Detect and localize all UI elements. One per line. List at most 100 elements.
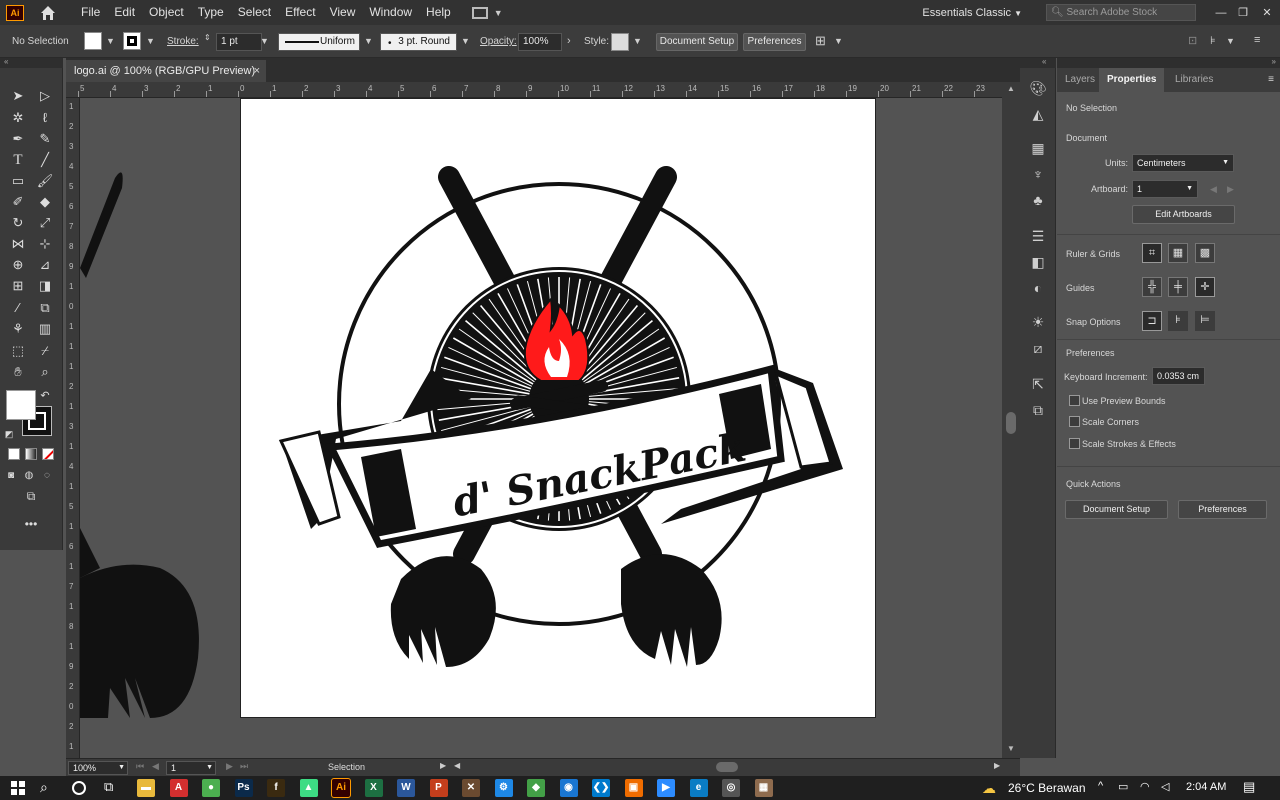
symbols-panel-icon[interactable]: ♣ [1028, 190, 1048, 210]
align-icon[interactable]: ⊧ [1210, 34, 1216, 47]
notifications-icon[interactable]: ▤ [1243, 779, 1255, 795]
artboards-panel-icon[interactable]: ⧉ [1028, 400, 1048, 420]
gradient-panel-icon[interactable]: ◧ [1028, 252, 1048, 272]
gradient-tool-icon[interactable]: ◨ [34, 276, 56, 296]
taskbar-excel-icon[interactable]: X [364, 779, 383, 797]
appearance-panel-icon[interactable]: ☀ [1028, 312, 1048, 332]
mesh-tool-icon[interactable]: ⊞ [7, 276, 29, 296]
pen-tool-icon[interactable]: ✒ [7, 129, 29, 149]
brush-dropdown[interactable]: • 3 pt. Round [380, 33, 457, 51]
minimize-icon[interactable]: — [1210, 7, 1232, 19]
chevron-down-icon[interactable]: ▼ [633, 36, 642, 46]
weather-text[interactable]: 26°C Berawan [1008, 781, 1086, 795]
taskbar-app-green-icon[interactable]: ◆ [527, 779, 545, 797]
rotate-tool-icon[interactable]: ↻ [7, 213, 29, 233]
taskbar-word-icon[interactable]: W [397, 779, 415, 797]
menu-view[interactable]: View [323, 0, 363, 25]
eyedropper-tool-icon[interactable]: ⁄ [7, 298, 29, 318]
fill-swatch[interactable] [84, 32, 102, 50]
scale-tool-icon[interactable]: ⤢ [34, 213, 56, 233]
lock-guides-icon[interactable]: ╪ [1168, 277, 1188, 297]
collapse-icon[interactable]: » [1272, 57, 1276, 66]
stroke-profile-dropdown[interactable]: Uniform [278, 33, 360, 51]
column-graph-tool-icon[interactable]: ▥ [34, 319, 56, 339]
collapse-icon[interactable]: « [1042, 57, 1046, 66]
tab-properties[interactable]: Properties [1099, 68, 1165, 92]
tab-libraries[interactable]: Libraries [1167, 68, 1221, 92]
paintbrush-tool-icon[interactable]: 🖌︎ [34, 171, 56, 191]
swap-colors-icon[interactable]: ↶ [38, 386, 52, 406]
snap-to-point-icon[interactable]: ⊐ [1142, 311, 1162, 331]
status-menu-icon[interactable]: ▶ [440, 761, 446, 770]
edit-artboards-button[interactable]: Edit Artboards [1132, 205, 1235, 224]
transparency-grid-icon[interactable]: ▩ [1195, 243, 1215, 263]
taskbar-file-explorer-icon[interactable]: ▬ [137, 779, 155, 797]
menu-select[interactable]: Select [231, 0, 278, 25]
draw-behind-icon[interactable]: ◍ [20, 466, 38, 486]
volume-icon[interactable]: ◁ [1161, 780, 1169, 793]
line-tool-icon[interactable]: ╱ [34, 150, 56, 170]
shaper-tool-icon[interactable]: ✐ [7, 192, 29, 212]
blend-tool-icon[interactable]: ⧉ [34, 298, 56, 318]
gradient-mode-icon[interactable] [25, 448, 37, 460]
slice-tool-icon[interactable]: ⌿ [34, 341, 56, 361]
search-icon[interactable]: ⌕ [40, 779, 48, 796]
clock[interactable]: 2:04 AM [1186, 781, 1226, 793]
next-artboard-icon[interactable]: ▶ [1227, 184, 1234, 195]
taskbar-app-photo-icon[interactable]: ▦ [754, 779, 773, 797]
smart-guides-icon[interactable]: ✛ [1195, 277, 1215, 297]
chevron-up-icon[interactable]: ^ [1098, 780, 1103, 792]
screen-mode-icon[interactable]: ⧉ [20, 486, 42, 506]
artboard-tool-icon[interactable]: ⬚ [7, 341, 29, 361]
free-transform-tool-icon[interactable]: ⊹ [34, 234, 56, 254]
stock-search-input[interactable]: 🔍︎ Search Adobe Stock [1046, 4, 1196, 21]
scroll-down-icon[interactable]: ▼ [1007, 744, 1015, 753]
symbol-sprayer-tool-icon[interactable]: ⚘ [7, 319, 29, 339]
guides-icon[interactable]: ╬ [1142, 277, 1162, 297]
draw-normal-icon[interactable]: ◙ [2, 466, 20, 486]
type-tool-icon[interactable]: T [7, 150, 29, 170]
arrange-documents-icon[interactable]: ⊞ [815, 33, 826, 49]
taskbar-zoom-icon[interactable]: ▶ [657, 779, 675, 797]
draw-inside-icon[interactable]: ◌ [38, 466, 56, 486]
transform-icon[interactable]: ⊡ [1188, 34, 1197, 47]
stroke-weight-input[interactable]: 1 pt [216, 33, 262, 51]
taskbar-acrobat-icon[interactable]: A [169, 779, 188, 797]
taskbar-vscode-icon[interactable]: ❮❯ [592, 779, 610, 797]
menu-file[interactable]: File [74, 0, 107, 25]
horizontal-scroll-thumb[interactable] [716, 762, 738, 772]
taskbar-chrome-icon[interactable]: ● [202, 779, 220, 797]
taskbar-app-orange-icon[interactable]: ▣ [624, 779, 643, 797]
chevron-down-icon[interactable]: ▼ [106, 36, 115, 46]
workspace-switcher-icon[interactable] [471, 6, 488, 19]
direct-selection-tool-icon[interactable]: ▷ [34, 86, 56, 106]
battery-icon[interactable]: ▭ [1118, 780, 1128, 793]
eraser-tool-icon[interactable]: ◆ [34, 192, 56, 212]
windows-start-icon[interactable] [11, 781, 25, 795]
width-tool-icon[interactable]: ⋈ [7, 234, 29, 254]
taskbar-edge-icon[interactable]: e [689, 779, 708, 797]
scroll-thumb[interactable] [1006, 412, 1016, 434]
magic-wand-tool-icon[interactable]: ✲ [7, 108, 29, 128]
swatches-panel-icon[interactable]: ▦ [1028, 138, 1048, 158]
artboard-dropdown[interactable]: 1 ▼ [1132, 180, 1198, 198]
shape-builder-tool-icon[interactable]: ⊕ [7, 255, 29, 275]
wifi-icon[interactable]: ◠ [1140, 780, 1150, 793]
fill-color-swatch[interactable] [6, 390, 36, 420]
preferences-button[interactable]: Preferences [743, 33, 806, 51]
close-tab-icon[interactable]: × [254, 60, 260, 82]
restore-icon[interactable]: ❐ [1232, 6, 1254, 19]
color-panel-icon[interactable]: 🎨︎ [1028, 78, 1048, 98]
lasso-tool-icon[interactable]: ℓ [34, 108, 56, 128]
collapse-icon[interactable]: « [4, 57, 8, 66]
taskbar-android-studio-icon[interactable]: ▲ [299, 779, 318, 797]
taskbar-powerpoint-icon[interactable]: P [429, 779, 448, 797]
scale-strokes-effects-checkbox[interactable] [1069, 438, 1080, 449]
panel-menu-icon[interactable]: ≡ [1268, 74, 1274, 85]
taskbar-app-chat-icon[interactable]: ◉ [559, 779, 578, 797]
taskbar-app-flame-icon[interactable]: f [267, 779, 285, 797]
canvas[interactable]: d' SnackPack [80, 98, 1002, 758]
units-dropdown[interactable]: Centimeters ▼ [1132, 154, 1234, 172]
use-preview-bounds-checkbox[interactable] [1069, 395, 1080, 406]
vertical-scrollbar[interactable]: ▲ ▼ [1002, 82, 1020, 758]
